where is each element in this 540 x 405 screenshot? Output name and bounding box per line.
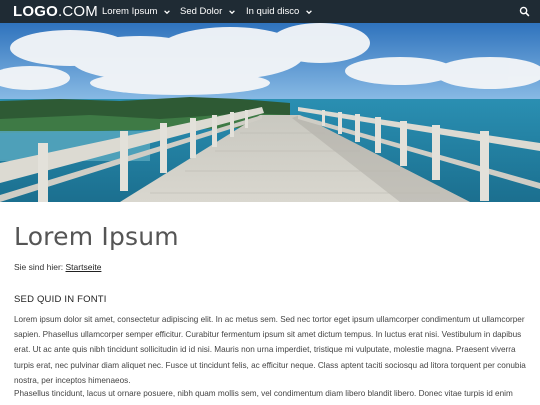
top-navigation-bar: LOGO.COM Lorem Ipsum Sed Dolor In quid d… (0, 0, 540, 23)
section-heading: SED QUID IN FONTI (14, 294, 107, 305)
nav-item-label: In quid disco (246, 6, 300, 17)
bridge-seascape-image (0, 23, 540, 202)
site-logo[interactable]: LOGO.COM (13, 3, 98, 20)
nav-item-in-quid-disco[interactable]: In quid disco (246, 6, 313, 17)
breadcrumb-link-startseite[interactable]: Startseite (66, 262, 102, 272)
logo-text-bold: LOGO (13, 3, 58, 20)
search-icon[interactable] (519, 6, 530, 17)
breadcrumb-prefix: Sie sind hier: (14, 262, 64, 272)
nav-item-lorem-ipsum[interactable]: Lorem Ipsum (102, 6, 171, 17)
chevron-down-icon (229, 9, 236, 14)
nav-item-label: Sed Dolor (180, 6, 223, 17)
hero-image (0, 23, 540, 202)
breadcrumb: Sie sind hier: Startseite (14, 262, 101, 272)
body-paragraph-2: Phasellus tincidunt, lacus ut ornare pos… (14, 389, 513, 398)
logo-text-light: .COM (57, 3, 98, 20)
chevron-down-icon (164, 9, 171, 14)
nav-item-label: Lorem Ipsum (102, 6, 158, 17)
chevron-down-icon (306, 9, 313, 14)
nav-item-sed-dolor[interactable]: Sed Dolor (180, 6, 236, 17)
page-title: Lorem Ipsum (14, 222, 179, 251)
body-paragraph-1: Lorem ipsum dolor sit amet, consectetur … (14, 315, 526, 385)
